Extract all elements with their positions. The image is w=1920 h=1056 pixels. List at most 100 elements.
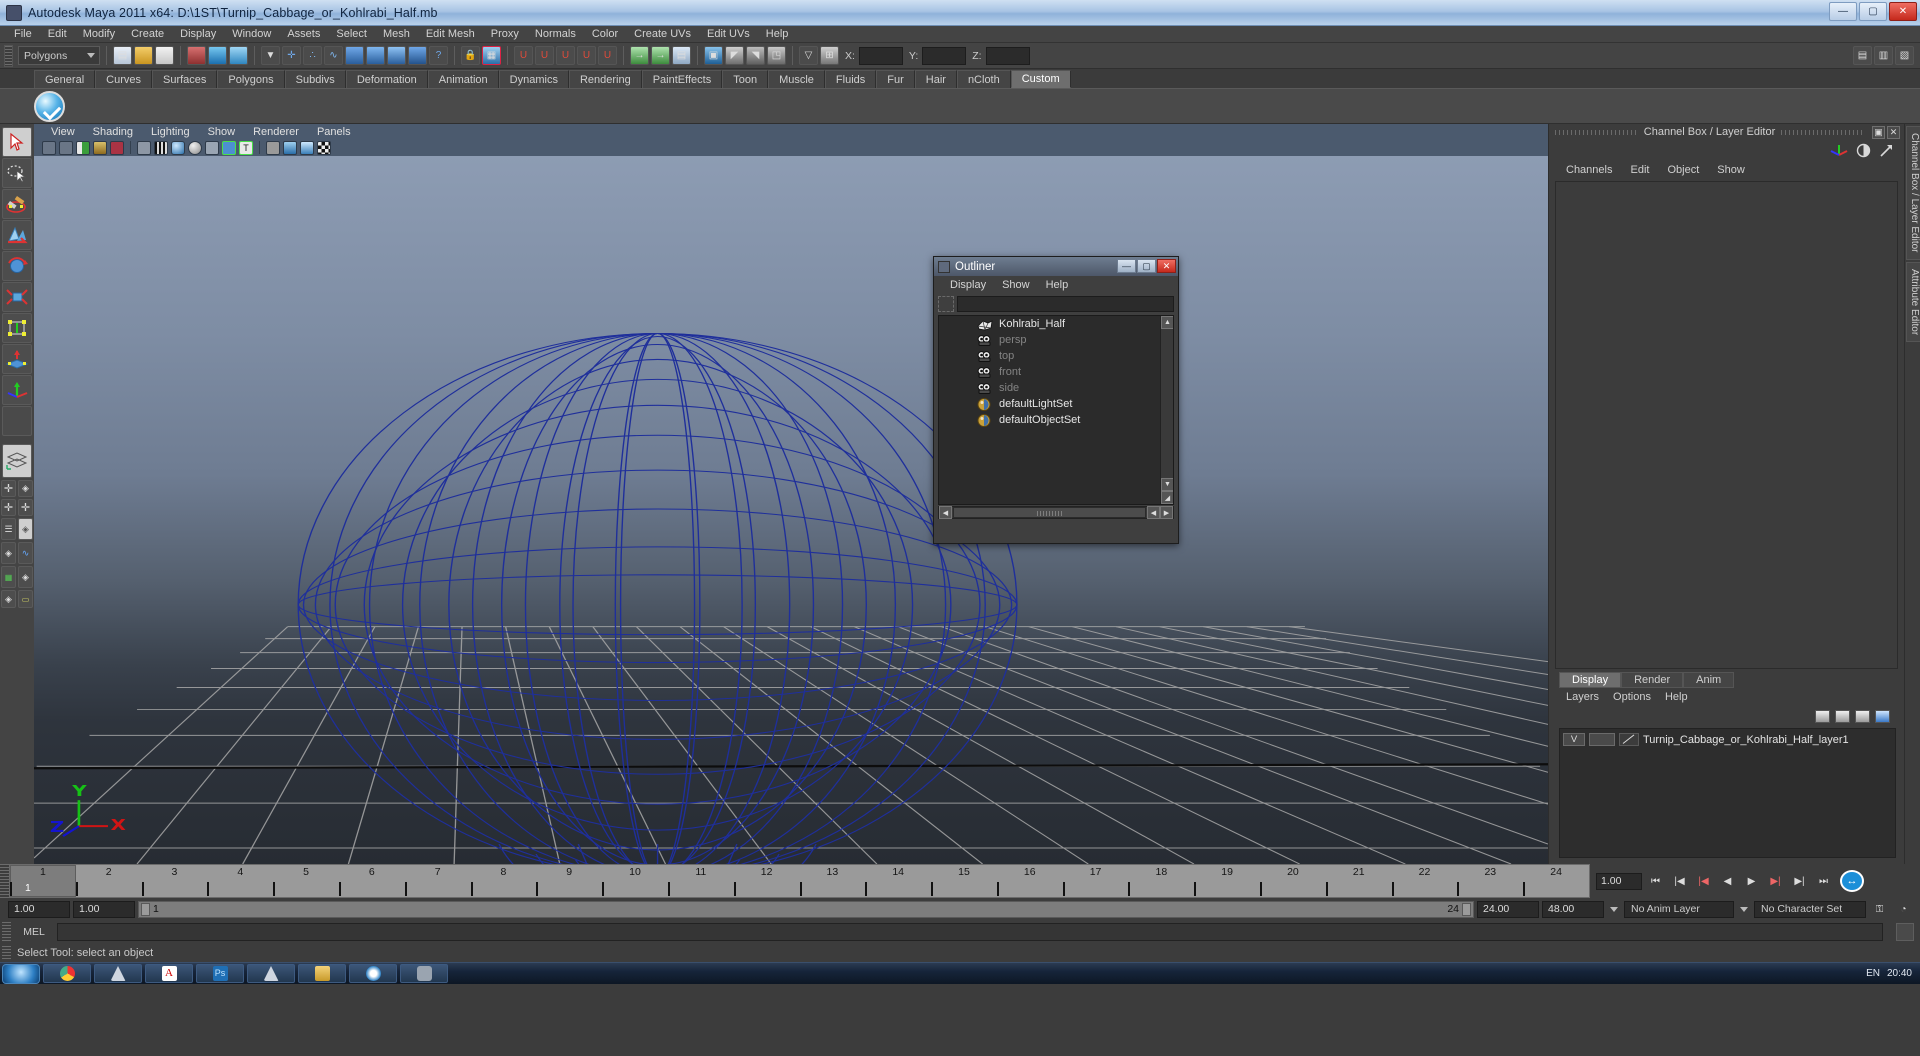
taskbar-item-maya[interactable] — [94, 964, 142, 983]
range-start-field[interactable]: 1.00 — [8, 900, 70, 918]
viewport-icon-bar[interactable]: T — [34, 139, 1548, 156]
menu-item-proxy[interactable]: Proxy — [483, 27, 527, 41]
persp-outliner-layout[interactable]: ◈ — [18, 480, 33, 497]
layer-state-toggle[interactable] — [1589, 733, 1615, 746]
highlight-selection-icon[interactable]: ▦ — [482, 46, 501, 65]
menu-item-select[interactable]: Select — [328, 27, 375, 41]
outliner-close-button[interactable]: ✕ — [1157, 259, 1176, 273]
select-camera-icon[interactable] — [42, 140, 56, 155]
two-pane-layout[interactable]: ✛ — [1, 499, 16, 516]
menu-item-file[interactable]: File — [6, 27, 40, 41]
shelf-tab-ncloth[interactable]: nCloth — [956, 70, 1011, 88]
auto-keyframe-icon[interactable]: ↔ — [1840, 870, 1864, 892]
menu-item-edit-uvs[interactable]: Edit UVs — [699, 27, 758, 41]
menu-item-window[interactable]: Window — [224, 27, 279, 41]
coord-y-field[interactable] — [922, 46, 967, 65]
command-language-label[interactable]: MEL — [16, 926, 52, 938]
scroll-up-icon[interactable]: ▲ — [1161, 316, 1173, 329]
hypergraph-persp-layout[interactable]: ◈ — [18, 518, 33, 540]
render-settings-icon[interactable]: ◥ — [746, 46, 765, 65]
main-menu-bar[interactable]: File Edit Modify Create Display Window Assets S… — [0, 26, 1920, 43]
outliner-item[interactable]: defaultLightSet — [939, 396, 1173, 412]
relationship-editor-layout[interactable]: ▭ — [18, 590, 33, 608]
lock-icon[interactable]: 🔒 — [461, 46, 480, 65]
outliner-vertical-scrollbar[interactable]: ▲ ▼ ◢ — [1160, 316, 1173, 504]
shelf-tab-general[interactable]: General — [34, 70, 96, 88]
viewport-menu-show[interactable]: Show — [199, 126, 245, 138]
select-by-hierarchy-icon[interactable] — [187, 46, 206, 65]
layer-menu-layers[interactable]: Layers — [1559, 691, 1606, 703]
shelf-tab-subdivs[interactable]: Subdivs — [284, 70, 346, 88]
animation-prefs-icon[interactable]: ◔ — [1893, 900, 1914, 918]
shaded-cube-icon[interactable] — [300, 140, 314, 155]
axis-icon[interactable] — [1830, 142, 1848, 158]
taskbar-item-acrobat[interactable]: A — [145, 964, 193, 983]
outliner-persp-layout[interactable]: ☰ — [1, 518, 16, 540]
filter-icon[interactable] — [938, 296, 954, 312]
soft-modification-tool[interactable] — [2, 344, 32, 374]
outliner-search-row[interactable] — [934, 294, 1178, 314]
side-tab-channel-box[interactable]: Channel Box / Layer Editor — [1906, 126, 1920, 260]
move-layer-up-icon[interactable] — [1815, 709, 1830, 723]
outliner-menu-bar[interactable]: Display Show Help — [934, 276, 1178, 294]
layer-tab-render[interactable]: Render — [1621, 672, 1684, 688]
xray-icon[interactable] — [205, 140, 219, 155]
flat-shade-icon[interactable] — [188, 140, 202, 155]
maximize-button[interactable]: ▢ — [1859, 2, 1887, 21]
channelbox-menu-object[interactable]: Object — [1658, 164, 1708, 176]
outliner-window-controls[interactable]: — ▢ ✕ — [1117, 259, 1176, 273]
select-tool[interactable] — [2, 127, 32, 157]
scale-tool[interactable] — [2, 282, 32, 312]
layer-menu-help[interactable]: Help — [1658, 691, 1695, 703]
move-tool[interactable] — [2, 220, 32, 250]
arrow-icon[interactable] — [1879, 143, 1894, 158]
taskbar-item-maya2[interactable] — [247, 964, 295, 983]
menu-item-create[interactable]: Create — [123, 27, 172, 41]
menu-item-color[interactable]: Color — [584, 27, 626, 41]
persp-render-layout[interactable]: ◈ — [1, 590, 16, 608]
universal-manipulator-tool[interactable] — [2, 313, 32, 343]
checker-icon[interactable] — [317, 140, 331, 155]
outliner-maximize-button[interactable]: ▢ — [1137, 259, 1156, 273]
shelf-tab-fur[interactable]: Fur — [876, 70, 915, 88]
input-connections-icon[interactable]: → — [630, 46, 649, 65]
coord-z-field[interactable] — [985, 46, 1030, 65]
show-tool-settings-icon[interactable]: ▧ — [1895, 46, 1914, 65]
menu-item-edit[interactable]: Edit — [40, 27, 75, 41]
start-orb-icon[interactable] — [2, 963, 40, 984]
snap-to-point-icon[interactable]: U — [556, 46, 575, 65]
hypershade-persp-layout[interactable]: ▦ — [1, 566, 16, 588]
ipr-render-icon[interactable]: ◤ — [725, 46, 744, 65]
menu-item-assets[interactable]: Assets — [279, 27, 328, 41]
shelf-tab-muscle[interactable]: Muscle — [768, 70, 825, 88]
last-tool-used[interactable] — [2, 406, 32, 436]
paint-texture-icon[interactable] — [93, 140, 107, 155]
single-perspective-layout[interactable] — [2, 444, 32, 478]
viewport-menu-shading[interactable]: Shading — [84, 126, 142, 138]
viewport-menu-view[interactable]: View — [42, 126, 84, 138]
open-scene-icon[interactable] — [134, 46, 153, 65]
outliner-item[interactable]: persp — [939, 332, 1173, 348]
scroll-right-icon[interactable]: ◀ — [1147, 506, 1160, 519]
persp-layout[interactable]: ◈ — [18, 566, 33, 588]
menu-item-mesh[interactable]: Mesh — [375, 27, 418, 41]
step-back-frame-icon[interactable]: |◀ — [1669, 872, 1690, 890]
four-view-layout[interactable]: ✛ — [1, 480, 16, 497]
side-tab-attribute-editor[interactable]: Attribute Editor — [1906, 261, 1920, 342]
go-to-end-icon[interactable]: ⏭ — [1813, 872, 1834, 890]
range-start-handle[interactable] — [141, 902, 150, 916]
output-connections-icon[interactable]: → — [651, 46, 670, 65]
menu-set-selector[interactable]: Polygons — [18, 46, 100, 65]
shelf-tab-painteffects[interactable]: PaintEffects — [641, 70, 723, 88]
play-forwards-icon[interactable]: ▶ — [1741, 872, 1762, 890]
keyframe-icon[interactable] — [110, 140, 124, 155]
time-slider[interactable]: 1 1 2 3 4 5 6 7 8 9 10 11 12 13 14 15 16 17 18 19 20 21 22 23 2… — [0, 864, 1920, 898]
film-gate-icon[interactable] — [154, 140, 168, 155]
viewport-menu-panels[interactable]: Panels — [308, 126, 360, 138]
grid-icon[interactable] — [266, 140, 280, 155]
layer-menu-options[interactable]: Options — [1606, 691, 1658, 703]
outliner-window[interactable]: Outliner — ▢ ✕ Display Show Help Kohlrabi_… — [933, 256, 1179, 544]
language-indicator[interactable]: EN — [1866, 968, 1880, 979]
layer-editor-menu[interactable]: Layers Options Help — [1549, 688, 1904, 706]
shelf-tab-dynamics[interactable]: Dynamics — [498, 70, 569, 88]
